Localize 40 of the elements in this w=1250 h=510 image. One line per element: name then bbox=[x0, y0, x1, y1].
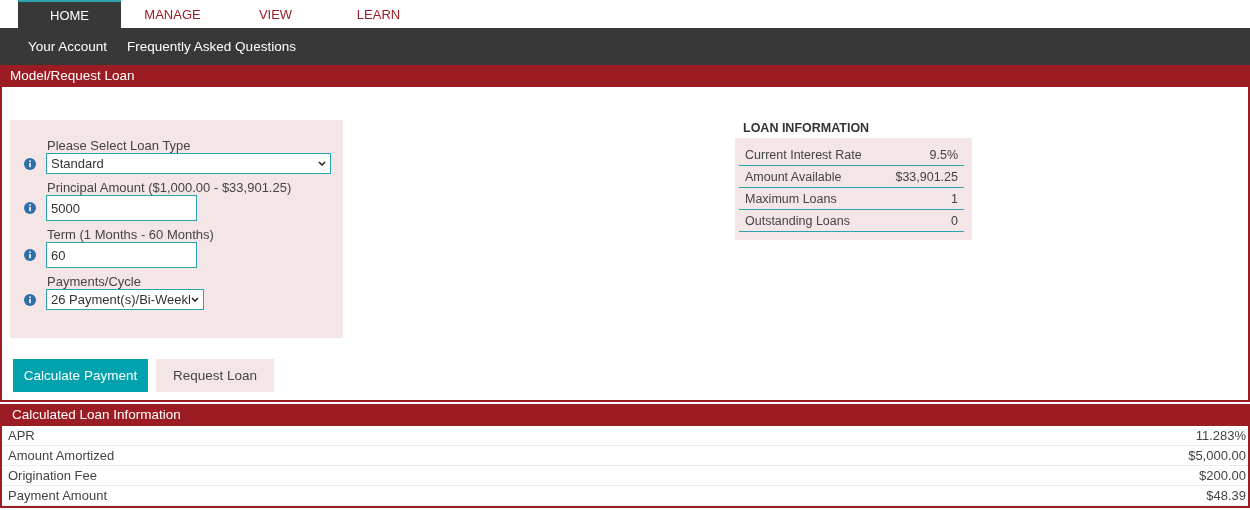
section-header: Model/Request Loan bbox=[0, 65, 1250, 87]
action-button[interactable]: Request Loan bbox=[156, 359, 274, 392]
select-field[interactable]: 26 Payment(s)/Bi-Weekl bbox=[46, 289, 204, 310]
section-header: Calculated Loan Information bbox=[2, 404, 1248, 426]
result-label: APR bbox=[8, 427, 35, 444]
result-label: Payment Amount bbox=[8, 487, 107, 504]
result-value: $200.00 bbox=[1199, 467, 1246, 484]
result-label: Origination Fee bbox=[8, 467, 97, 484]
info-value: 9.5% bbox=[929, 148, 958, 162]
info-value: $33,901.25 bbox=[895, 170, 958, 184]
info-label: Outstanding Loans bbox=[745, 214, 850, 228]
subnav-link[interactable]: Frequently Asked Questions bbox=[119, 39, 304, 54]
info-icon[interactable] bbox=[24, 202, 36, 214]
caret-icon bbox=[318, 161, 326, 166]
input-field[interactable]: 60 bbox=[46, 242, 197, 268]
subnav-link[interactable]: Your Account bbox=[20, 39, 116, 54]
info-value: 0 bbox=[951, 214, 958, 228]
field-label: Please Select Loan Type bbox=[47, 138, 192, 153]
caret-icon bbox=[191, 297, 199, 302]
result-value: 11.283% bbox=[1195, 427, 1246, 444]
info-icon[interactable] bbox=[24, 249, 36, 261]
info-icon[interactable] bbox=[24, 293, 36, 306]
info-label: Current Interest Rate bbox=[745, 148, 862, 162]
info-icon[interactable] bbox=[24, 157, 36, 170]
info-label: Maximum Loans bbox=[745, 192, 837, 206]
field-label: Principal Amount ($1,000.00 - $33,901.25) bbox=[47, 180, 293, 195]
field-label: Payments/Cycle bbox=[47, 274, 142, 289]
field-label: Term (1 Months - 60 Months) bbox=[47, 227, 215, 242]
info-heading: LOAN INFORMATION bbox=[743, 121, 871, 135]
info-label: Amount Available bbox=[745, 170, 842, 184]
select-field[interactable]: Standard bbox=[46, 153, 331, 174]
result-value: $5,000.00 bbox=[1188, 447, 1246, 464]
nav-tab[interactable]: VIEW bbox=[224, 0, 327, 28]
result-value: $48.39 bbox=[1206, 487, 1246, 504]
result-label: Amount Amortized bbox=[8, 447, 115, 464]
input-field[interactable]: 5000 bbox=[46, 195, 197, 221]
nav-tab[interactable]: HOME bbox=[18, 0, 121, 28]
info-value: 1 bbox=[951, 192, 958, 206]
nav-tab[interactable]: LEARN bbox=[327, 0, 430, 28]
nav-tab[interactable]: MANAGE bbox=[121, 0, 224, 28]
